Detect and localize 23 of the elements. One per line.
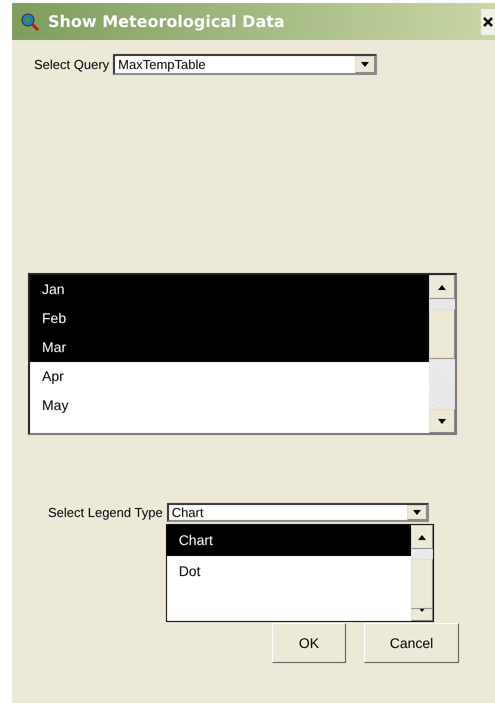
legend-option[interactable]: Chart	[166, 525, 411, 556]
month-item[interactable]: Mar	[30, 333, 429, 362]
scroll-up-icon[interactable]	[410, 525, 433, 549]
scrollbar[interactable]	[410, 525, 433, 621]
ok-button[interactable]: OK	[272, 623, 346, 663]
close-icon	[483, 16, 493, 26]
scroll-down-icon[interactable]	[429, 409, 455, 433]
month-item[interactable]: Feb	[30, 304, 429, 333]
month-item[interactable]: Apr	[30, 362, 429, 391]
globe-magnifier-icon	[20, 12, 40, 32]
query-dropdown[interactable]: MaxTempTable	[113, 54, 378, 75]
window-title: Show Meteorological Data	[48, 12, 285, 31]
month-item[interactable]: Jan	[30, 275, 429, 304]
month-item[interactable]: May	[30, 391, 429, 420]
scroll-thumb[interactable]	[429, 309, 455, 359]
legend-type-label: Select Legend Type	[48, 505, 163, 520]
scrollbar[interactable]	[429, 275, 455, 433]
legend-option[interactable]: Dot	[166, 556, 411, 587]
query-label: Select Query	[34, 57, 110, 72]
scroll-thumb[interactable]	[410, 559, 433, 609]
scroll-up-icon[interactable]	[429, 275, 455, 299]
close-button[interactable]	[481, 8, 495, 34]
cancel-button[interactable]: Cancel	[364, 623, 459, 663]
